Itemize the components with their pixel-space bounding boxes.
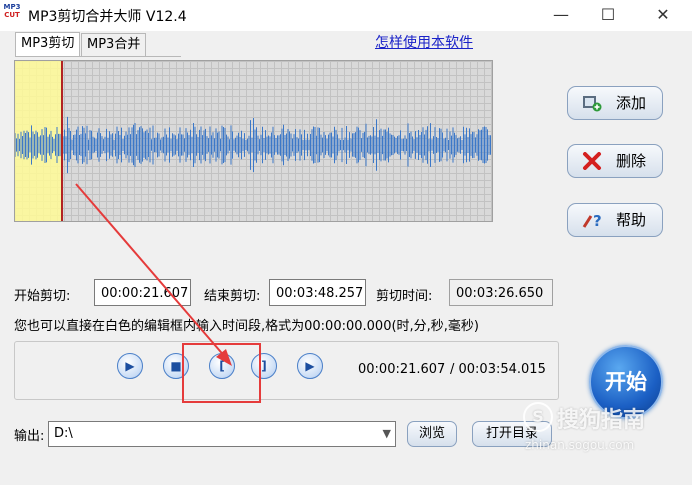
waveform-path	[15, 116, 491, 174]
tab-divider	[15, 56, 181, 57]
cut-duration-field: 00:03:26.650	[449, 279, 553, 306]
red-x-icon	[583, 152, 601, 170]
play-button[interactable]: ▶	[117, 353, 143, 379]
watermark: S 搜狗指南 zhinan.sogou.com	[523, 400, 683, 460]
svg-text:?: ?	[593, 212, 602, 229]
maximize-button[interactable]: ☐	[585, 0, 631, 30]
start-cut-input[interactable]: 00:00:21.607	[94, 279, 191, 306]
app-logo: MP3 CUT	[2, 3, 22, 27]
tab-mp3-merge[interactable]: MP3合并	[81, 33, 147, 56]
waveform	[15, 116, 491, 174]
title-bar: MP3 CUT MP3剪切合并大师 V12.4 — ☐ ✕	[0, 0, 692, 31]
total-time: / 00:03:54.015	[450, 362, 546, 377]
add-button-label: 添加	[616, 94, 647, 112]
help-button-label: 帮助	[616, 211, 647, 229]
playhead-cursor[interactable]	[61, 61, 63, 221]
minimize-button[interactable]: —	[538, 0, 584, 30]
output-path-select[interactable]: D:\ ▼	[48, 421, 396, 447]
delete-button[interactable]: 删除	[567, 144, 663, 178]
format-hint: 您也可以直接在白色的编辑框内输入时间段,格式为00:00:00.000(时,分,…	[14, 319, 480, 334]
add-button[interactable]: 添加	[567, 86, 663, 120]
end-cut-label: 结束剪切:	[204, 289, 261, 304]
tab-mp3-cut[interactable]: MP3剪切	[15, 32, 81, 57]
annotation-highlight-box	[182, 343, 261, 403]
tools-help-icon: ?	[582, 212, 602, 229]
logo-text-bottom: CUT	[4, 11, 20, 19]
close-button[interactable]: ✕	[640, 0, 686, 30]
output-path-value: D:\	[54, 426, 73, 441]
delete-button-label: 删除	[616, 152, 647, 170]
chevron-down-icon[interactable]: ▼	[383, 422, 391, 446]
cut-duration-label: 剪切时间:	[376, 289, 433, 304]
logo-text-top: MP3	[3, 3, 21, 11]
watermark-logo: S	[523, 402, 553, 432]
waveform-editor[interactable]	[14, 60, 493, 222]
play-selection-icon: ▶	[305, 359, 315, 373]
help-button[interactable]: ? 帮助	[567, 203, 663, 237]
start-cut-label: 开始剪切:	[14, 289, 71, 304]
watermark-text: 搜狗指南	[557, 408, 646, 433]
window-title: MP3剪切合并大师 V12.4	[28, 9, 187, 25]
play-selection-button[interactable]: ▶	[297, 353, 323, 379]
end-cut-input[interactable]: 00:03:48.257	[269, 279, 366, 306]
browse-button[interactable]: 浏览	[407, 421, 457, 447]
watermark-url: zhinan.sogou.com	[525, 438, 635, 452]
current-time: 00:00:21.607	[358, 362, 446, 377]
film-add-icon	[583, 96, 602, 112]
help-link[interactable]: 怎样使用本软件	[375, 32, 473, 52]
play-icon: ▶	[125, 359, 135, 373]
output-label: 输出:	[14, 429, 45, 444]
